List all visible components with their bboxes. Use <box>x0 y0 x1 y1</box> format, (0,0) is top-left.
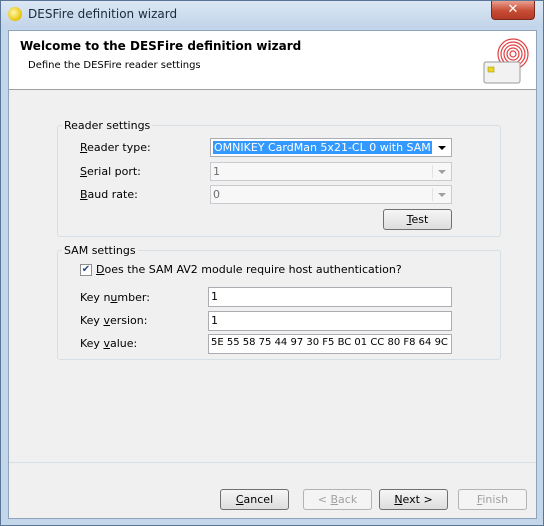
baud-rate-label: Baud rate: <box>80 188 138 201</box>
back-button[interactable]: < Back <box>303 489 372 510</box>
key-number-label: Key number: <box>80 291 150 304</box>
serial-port-value: 1 <box>213 165 220 178</box>
checkmark-icon: ✔ <box>81 264 91 275</box>
sam-settings-label: SAM settings <box>62 244 138 257</box>
close-button[interactable]: ✕ <box>491 1 535 20</box>
reader-settings-label: Reader settings <box>62 119 153 132</box>
next-button[interactable]: Next > <box>379 489 448 510</box>
finish-button[interactable]: Finish <box>458 489 527 510</box>
wizard-header: Welcome to the DESFire definition wizard… <box>9 31 536 90</box>
baud-rate-value: 0 <box>213 188 220 201</box>
chevron-down-icon <box>438 170 446 174</box>
wizard-client-area: Welcome to the DESFire definition wizard… <box>8 30 537 519</box>
reader-type-label: Reader type: <box>80 141 151 154</box>
wizard-window: DESFire definition wizard ✕ Welcome to t… <box>0 0 544 526</box>
key-number-field[interactable]: 1 <box>208 287 452 307</box>
chevron-down-icon <box>438 146 446 150</box>
page-subtitle: Define the DESFire reader settings <box>28 60 201 71</box>
baud-rate-select[interactable]: 0 <box>210 185 452 204</box>
footer-divider <box>9 462 536 463</box>
key-version-label: Key version: <box>80 314 148 327</box>
reader-type-value: OMNIKEY CardMan 5x21-CL 0 with SAM <box>213 141 432 154</box>
host-auth-label[interactable]: Does the SAM AV2 module require host aut… <box>96 263 402 276</box>
reader-type-select[interactable]: OMNIKEY CardMan 5x21-CL 0 with SAM <box>210 138 452 157</box>
host-auth-checkbox[interactable]: ✔ <box>80 264 92 276</box>
key-version-field[interactable]: 1 <box>208 311 452 331</box>
chevron-down-icon <box>438 193 446 197</box>
window-title: DESFire definition wizard <box>28 7 178 21</box>
rfid-card-icon <box>483 38 529 84</box>
app-icon <box>8 7 22 21</box>
reader-settings-group: Reader settings Reader type: OMNIKEY Car… <box>57 119 501 237</box>
page-title: Welcome to the DESFire definition wizard <box>20 39 302 53</box>
close-icon: ✕ <box>507 2 519 17</box>
key-value-field[interactable]: 5E 55 58 75 44 97 30 F5 BC 01 CC 80 F8 6… <box>208 334 452 354</box>
title-bar[interactable]: DESFire definition wizard ✕ <box>1 1 543 28</box>
cancel-button[interactable]: Cancel <box>220 489 289 510</box>
key-value-label: Key value: <box>80 337 138 350</box>
sam-settings-group: SAM settings ✔ Does the SAM AV2 module r… <box>57 244 501 360</box>
serial-port-select[interactable]: 1 <box>210 162 452 181</box>
test-button[interactable]: Test <box>383 209 452 230</box>
serial-port-label: Serial port: <box>80 165 141 178</box>
